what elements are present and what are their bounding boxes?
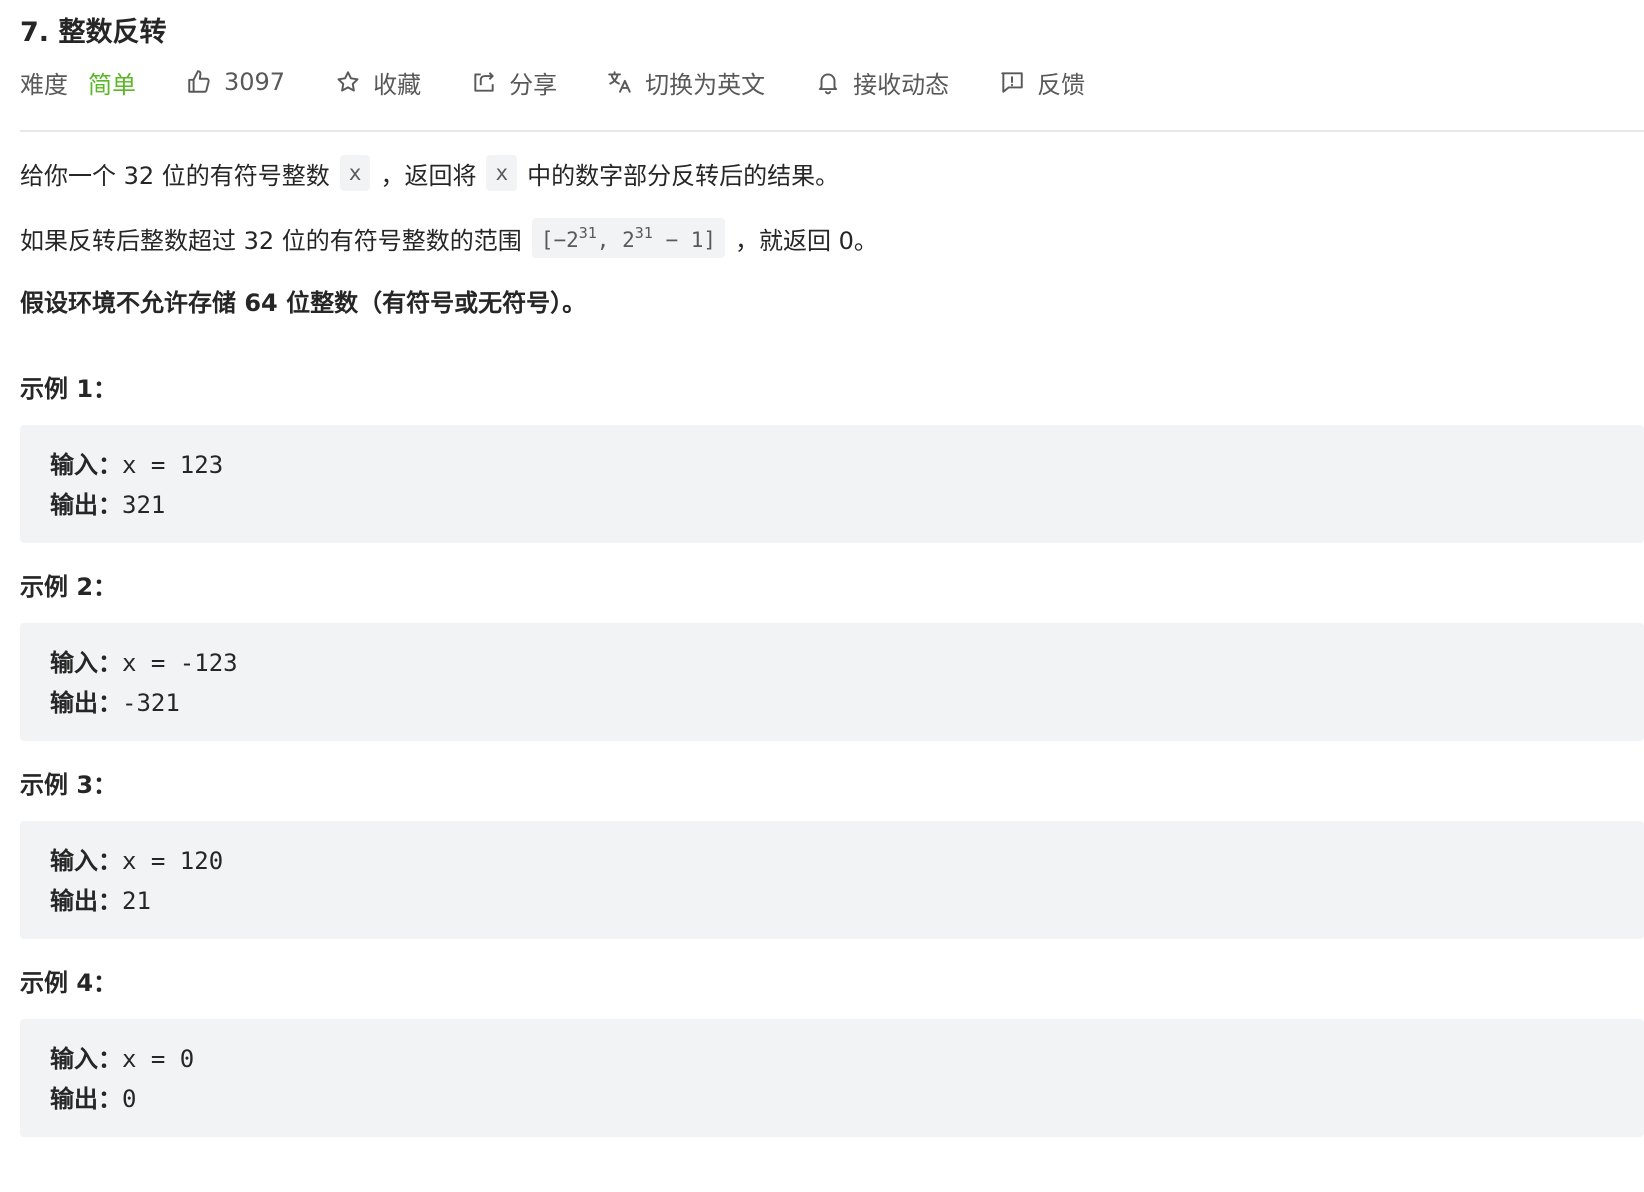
inline-code: x xyxy=(486,155,518,191)
description-paragraph-1: 给你一个 32 位的有符号整数 x ，返回将 x 中的数字部分反转后的结果。 xyxy=(20,155,839,191)
description-text: ，就返回 0。 xyxy=(735,226,878,255)
output-value: 0 xyxy=(122,1085,137,1113)
output-key: 输出： xyxy=(50,689,122,717)
range-code: [−231, 231 − 1] xyxy=(531,218,726,258)
favorite-button[interactable]: 收藏 xyxy=(335,65,421,100)
favorite-label: 收藏 xyxy=(373,70,422,99)
subscribe-button[interactable]: 接收动态 xyxy=(815,65,949,100)
thumbs-up-icon xyxy=(188,70,210,93)
example-title: 示例 2： xyxy=(20,573,118,601)
share-icon xyxy=(474,72,494,92)
output-value: -321 xyxy=(122,689,180,717)
subscribe-label: 接收动态 xyxy=(853,70,950,99)
range-exponent: 31 xyxy=(578,224,597,242)
example-box: 输入：x = -123 输出：-321 xyxy=(20,623,1644,741)
example-title: 示例 4： xyxy=(20,969,118,997)
output-key: 输出： xyxy=(50,1085,122,1113)
input-value: x = 0 xyxy=(122,1045,195,1073)
output-value: 21 xyxy=(122,887,151,915)
translate-button[interactable]: 切换为英文 xyxy=(607,65,765,100)
difficulty-value: 简单 xyxy=(88,70,136,99)
example-title: 示例 1： xyxy=(20,375,118,403)
output-key: 输出： xyxy=(50,491,122,519)
range-middle: , 2 xyxy=(596,228,635,252)
example-output: 输出：321 xyxy=(50,485,165,520)
star-icon xyxy=(337,71,359,92)
feedback-label: 反馈 xyxy=(1037,70,1086,99)
description-text: ，返回将 xyxy=(380,161,477,190)
example-box: 输入：x = 123 输出：321 xyxy=(20,425,1644,543)
header-divider xyxy=(20,130,1644,132)
example-input: 输入：x = -123 xyxy=(50,643,238,678)
inline-code: x xyxy=(339,155,371,191)
example-output: 输出：-321 xyxy=(50,683,180,718)
example-title: 示例 3： xyxy=(20,771,118,799)
description-text: 中的数字部分反转后的结果。 xyxy=(527,161,840,190)
like-button[interactable]: 3097 xyxy=(186,68,285,96)
share-button[interactable]: 分享 xyxy=(471,65,557,100)
input-key: 输入： xyxy=(50,649,122,677)
output-key: 输出： xyxy=(50,887,122,915)
feedback-icon xyxy=(1001,72,1023,93)
example-box: 输入：x = 0 输出：0 xyxy=(20,1019,1644,1137)
problem-title: 7. 整数反转 xyxy=(20,17,167,48)
example-output: 输出：0 xyxy=(50,1079,136,1114)
bell-icon xyxy=(818,73,838,95)
example-input: 输入：x = 120 xyxy=(50,841,223,876)
share-label: 分享 xyxy=(509,70,558,99)
input-value: x = -123 xyxy=(122,649,238,677)
problem-meta-bar: 难度 简单 3097 收藏 分享 切换为英文 接收动态 反馈 xyxy=(20,62,1085,102)
range-start: [−2 xyxy=(540,228,579,252)
translate-label: 切换为英文 xyxy=(645,70,766,99)
example-input: 输入：x = 123 xyxy=(50,445,223,480)
input-key: 输入： xyxy=(50,847,122,875)
input-value: x = 123 xyxy=(122,451,224,479)
example-input: 输入：x = 0 xyxy=(50,1039,194,1074)
range-exponent: 31 xyxy=(634,224,653,242)
range-end: − 1] xyxy=(652,228,717,252)
input-key: 输入： xyxy=(50,451,122,479)
description-text: 给你一个 32 位的有符号整数 xyxy=(20,161,330,190)
difficulty-label: 难度 xyxy=(20,70,68,99)
like-count: 3097 xyxy=(224,68,286,96)
translate-icon xyxy=(608,71,631,93)
description-paragraph-3: 假设环境不允许存储 64 位整数（有符号或无符号）。 xyxy=(20,289,587,317)
example-box: 输入：x = 120 输出：21 xyxy=(20,821,1644,939)
description-paragraph-2: 如果反转后整数超过 32 位的有符号整数的范围 [−231, 231 − 1] … xyxy=(20,218,878,258)
input-key: 输入： xyxy=(50,1045,122,1073)
output-value: 321 xyxy=(122,491,166,519)
feedback-button[interactable]: 反馈 xyxy=(999,65,1085,100)
description-text: 如果反转后整数超过 32 位的有符号整数的范围 xyxy=(20,226,522,255)
input-value: x = 120 xyxy=(122,847,224,875)
example-output: 输出：21 xyxy=(50,881,151,916)
